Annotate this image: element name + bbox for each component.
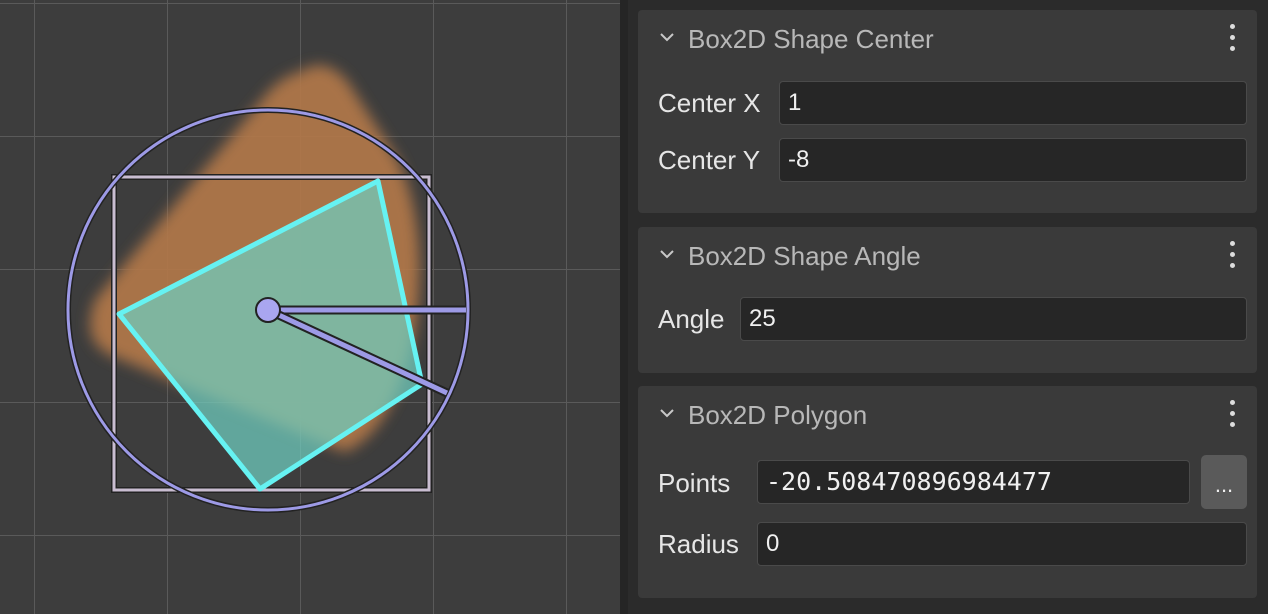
panel-title: Box2D Polygon <box>688 400 868 430</box>
shape-center-panel: Box2D Shape Center Center X 1 Center Y -… <box>638 10 1257 213</box>
center-handle[interactable] <box>255 297 281 323</box>
points-input[interactable]: -20.508470896984477 <box>757 460 1190 504</box>
panel-divider[interactable] <box>620 0 628 614</box>
panel-title: Box2D Shape Angle <box>688 241 921 271</box>
chevron-down-icon[interactable] <box>658 404 676 422</box>
scene-viewport[interactable] <box>0 0 620 614</box>
panel-title: Box2D Shape Center <box>688 24 934 54</box>
more-options-icon[interactable] <box>1227 24 1237 52</box>
angle-label: Angle <box>658 304 725 334</box>
polygon-panel: Box2D Polygon Points -20.508470896984477… <box>638 386 1257 598</box>
shape-angle-panel: Box2D Shape Angle Angle 25 <box>638 227 1257 373</box>
inspector-panel: Box2D Shape Center Center X 1 Center Y -… <box>628 0 1268 614</box>
center-y-input[interactable]: -8 <box>779 138 1247 182</box>
radius-input[interactable]: 0 <box>757 522 1247 566</box>
points-label: Points <box>658 468 731 498</box>
shape-center-header[interactable]: Box2D Shape Center <box>638 10 1257 66</box>
center-y-label: Center Y <box>658 145 761 175</box>
edit-points-button[interactable]: ... <box>1201 455 1247 509</box>
more-options-icon[interactable] <box>1227 400 1237 428</box>
more-options-icon[interactable] <box>1227 241 1237 269</box>
radius-label: Radius <box>658 529 739 559</box>
chevron-down-icon[interactable] <box>658 245 676 263</box>
center-x-input[interactable]: 1 <box>779 81 1247 125</box>
chevron-down-icon[interactable] <box>658 28 676 46</box>
center-x-label: Center X <box>658 88 761 118</box>
polygon-header[interactable]: Box2D Polygon <box>638 386 1257 442</box>
shape-angle-header[interactable]: Box2D Shape Angle <box>638 227 1257 283</box>
scene-canvas[interactable] <box>0 0 620 614</box>
angle-input[interactable]: 25 <box>740 297 1247 341</box>
